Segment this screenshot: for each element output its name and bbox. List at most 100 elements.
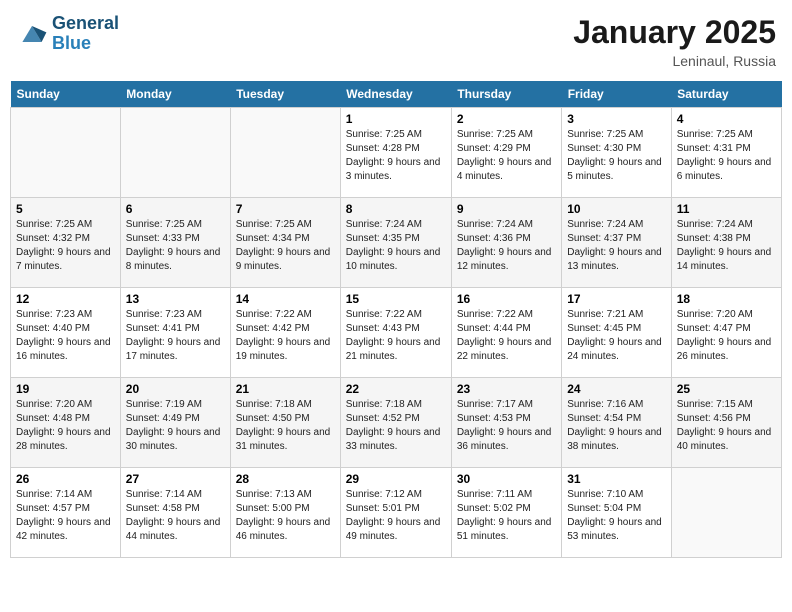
- cell-details: Sunrise: 7:19 AMSunset: 4:49 PMDaylight:…: [126, 398, 225, 454]
- weekday-header-friday: Friday: [562, 81, 672, 108]
- cell-details: Sunrise: 7:17 AMSunset: 4:53 PMDaylight:…: [457, 398, 556, 454]
- calendar-cell: 18 Sunrise: 7:20 AMSunset: 4:47 PMDayligh…: [671, 288, 781, 378]
- logo-line1: General: [52, 14, 119, 34]
- day-number: 17: [567, 292, 666, 306]
- calendar-cell: 27Sunrise: 7:14 AMSunset: 4:58 PMDayligh…: [120, 468, 230, 558]
- day-number: 11: [677, 202, 776, 216]
- day-number: 8: [346, 202, 446, 216]
- calendar-cell: [11, 108, 121, 198]
- cell-details: Sunrise: 7:22 AMSunset: 4:44 PMDaylight:…: [457, 308, 556, 364]
- calendar-cell: 13 Sunrise: 7:23 AMSunset: 4:41 PMDayligh…: [120, 288, 230, 378]
- calendar-week-row: 1 Sunrise: 7:25 AMSunset: 4:28 PMDaylight…: [11, 108, 782, 198]
- calendar-cell: 20 Sunrise: 7:19 AMSunset: 4:49 PMDayligh…: [120, 378, 230, 468]
- calendar-cell: 19 Sunrise: 7:20 AMSunset: 4:48 PMDayligh…: [11, 378, 121, 468]
- cell-details: Sunrise: 7:24 AMSunset: 4:37 PMDaylight:…: [567, 218, 666, 274]
- day-number: 30: [457, 472, 556, 486]
- cell-details: Sunrise: 7:18 AMSunset: 4:50 PMDaylight:…: [236, 398, 335, 454]
- cell-details: Sunrise: 7:24 AMSunset: 4:35 PMDaylight:…: [346, 218, 446, 274]
- calendar-table: SundayMondayTuesdayWednesdayThursdayFrid…: [10, 81, 782, 558]
- cell-details: Sunrise: 7:12 AMSunset: 5:01 PMDaylight:…: [346, 488, 446, 544]
- calendar-cell: 21 Sunrise: 7:18 AMSunset: 4:50 PMDayligh…: [230, 378, 340, 468]
- page-header: General Blue January 2025 Leninaul, Russ…: [10, 10, 782, 73]
- weekday-header-thursday: Thursday: [451, 81, 561, 108]
- cell-details: Sunrise: 7:25 AMSunset: 4:31 PMDaylight:…: [677, 128, 776, 184]
- calendar-cell: 26 Sunrise: 7:14 AMSunset: 4:57 PMDayligh…: [11, 468, 121, 558]
- day-number: 27: [126, 472, 225, 486]
- day-number: 23: [457, 382, 556, 396]
- day-number: 19: [16, 382, 115, 396]
- calendar-cell: 4 Sunrise: 7:25 AMSunset: 4:31 PMDaylight…: [671, 108, 781, 198]
- cell-details: Sunrise: 7:15 AMSunset: 4:56 PMDaylight:…: [677, 398, 776, 454]
- calendar-cell: [230, 108, 340, 198]
- calendar-cell: 16 Sunrise: 7:22 AMSunset: 4:44 PMDayligh…: [451, 288, 561, 378]
- day-number: 13: [126, 292, 225, 306]
- calendar-cell: 14Sunrise: 7:22 AMSunset: 4:42 PMDayligh…: [230, 288, 340, 378]
- calendar-cell: 7Sunrise: 7:25 AMSunset: 4:34 PMDaylight…: [230, 198, 340, 288]
- day-number: 4: [677, 112, 776, 126]
- day-number: 29: [346, 472, 446, 486]
- calendar-cell: [120, 108, 230, 198]
- location: Leninaul, Russia: [573, 53, 776, 69]
- day-number: 2: [457, 112, 556, 126]
- day-number: 5: [16, 202, 115, 216]
- cell-details: Sunrise: 7:18 AMSunset: 4:52 PMDaylight:…: [346, 398, 446, 454]
- day-number: 24: [567, 382, 666, 396]
- calendar-cell: 28Sunrise: 7:13 AMSunset: 5:00 PMDayligh…: [230, 468, 340, 558]
- day-number: 26: [16, 472, 115, 486]
- weekday-header-row: SundayMondayTuesdayWednesdayThursdayFrid…: [11, 81, 782, 108]
- calendar-cell: 31Sunrise: 7:10 AMSunset: 5:04 PMDayligh…: [562, 468, 672, 558]
- cell-details: Sunrise: 7:23 AMSunset: 4:40 PMDaylight:…: [16, 308, 115, 364]
- calendar-cell: 9Sunrise: 7:24 AMSunset: 4:36 PMDaylight…: [451, 198, 561, 288]
- cell-details: Sunrise: 7:21 AMSunset: 4:45 PMDaylight:…: [567, 308, 666, 364]
- calendar-cell: 10Sunrise: 7:24 AMSunset: 4:37 PMDayligh…: [562, 198, 672, 288]
- calendar-cell: 5 Sunrise: 7:25 AMSunset: 4:32 PMDaylight…: [11, 198, 121, 288]
- day-number: 20: [126, 382, 225, 396]
- day-number: 15: [346, 292, 446, 306]
- calendar-cell: 22 Sunrise: 7:18 AMSunset: 4:52 PMDayligh…: [340, 378, 451, 468]
- calendar-cell: 29 Sunrise: 7:12 AMSunset: 5:01 PMDayligh…: [340, 468, 451, 558]
- logo-icon: [16, 18, 48, 50]
- cell-details: Sunrise: 7:25 AMSunset: 4:32 PMDaylight:…: [16, 218, 115, 274]
- cell-details: Sunrise: 7:23 AMSunset: 4:41 PMDaylight:…: [126, 308, 225, 364]
- cell-details: Sunrise: 7:20 AMSunset: 4:48 PMDaylight:…: [16, 398, 115, 454]
- cell-details: Sunrise: 7:24 AMSunset: 4:38 PMDaylight:…: [677, 218, 776, 274]
- day-number: 18: [677, 292, 776, 306]
- cell-details: Sunrise: 7:22 AMSunset: 4:42 PMDaylight:…: [236, 308, 335, 364]
- day-number: 7: [236, 202, 335, 216]
- weekday-header-tuesday: Tuesday: [230, 81, 340, 108]
- cell-details: Sunrise: 7:14 AMSunset: 4:57 PMDaylight:…: [16, 488, 115, 544]
- logo: General Blue: [16, 14, 119, 54]
- calendar-cell: 11 Sunrise: 7:24 AMSunset: 4:38 PMDayligh…: [671, 198, 781, 288]
- logo-text: General Blue: [52, 14, 119, 54]
- cell-details: Sunrise: 7:25 AMSunset: 4:28 PMDaylight:…: [346, 128, 446, 184]
- month-year: January 2025: [573, 14, 776, 51]
- day-number: 25: [677, 382, 776, 396]
- calendar-cell: 30Sunrise: 7:11 AMSunset: 5:02 PMDayligh…: [451, 468, 561, 558]
- day-number: 6: [126, 202, 225, 216]
- calendar-week-row: 19 Sunrise: 7:20 AMSunset: 4:48 PMDayligh…: [11, 378, 782, 468]
- day-number: 21: [236, 382, 335, 396]
- cell-details: Sunrise: 7:13 AMSunset: 5:00 PMDaylight:…: [236, 488, 335, 544]
- day-number: 16: [457, 292, 556, 306]
- calendar-cell: 12Sunrise: 7:23 AMSunset: 4:40 PMDayligh…: [11, 288, 121, 378]
- cell-details: Sunrise: 7:10 AMSunset: 5:04 PMDaylight:…: [567, 488, 666, 544]
- calendar-cell: 24Sunrise: 7:16 AMSunset: 4:54 PMDayligh…: [562, 378, 672, 468]
- calendar-cell: 6Sunrise: 7:25 AMSunset: 4:33 PMDaylight…: [120, 198, 230, 288]
- calendar-week-row: 26 Sunrise: 7:14 AMSunset: 4:57 PMDayligh…: [11, 468, 782, 558]
- calendar-cell: [671, 468, 781, 558]
- day-number: 1: [346, 112, 446, 126]
- cell-details: Sunrise: 7:25 AMSunset: 4:29 PMDaylight:…: [457, 128, 556, 184]
- calendar-cell: 2 Sunrise: 7:25 AMSunset: 4:29 PMDaylight…: [451, 108, 561, 198]
- cell-details: Sunrise: 7:20 AMSunset: 4:47 PMDaylight:…: [677, 308, 776, 364]
- day-number: 22: [346, 382, 446, 396]
- cell-details: Sunrise: 7:25 AMSunset: 4:30 PMDaylight:…: [567, 128, 666, 184]
- weekday-header-sunday: Sunday: [11, 81, 121, 108]
- day-number: 3: [567, 112, 666, 126]
- calendar-week-row: 12Sunrise: 7:23 AMSunset: 4:40 PMDayligh…: [11, 288, 782, 378]
- calendar-cell: 3 Sunrise: 7:25 AMSunset: 4:30 PMDaylight…: [562, 108, 672, 198]
- title-block: January 2025 Leninaul, Russia: [573, 14, 776, 69]
- logo-line2: Blue: [52, 34, 119, 54]
- calendar-cell: 23 Sunrise: 7:17 AMSunset: 4:53 PMDayligh…: [451, 378, 561, 468]
- calendar-cell: 25 Sunrise: 7:15 AMSunset: 4:56 PMDayligh…: [671, 378, 781, 468]
- calendar-cell: 17 Sunrise: 7:21 AMSunset: 4:45 PMDayligh…: [562, 288, 672, 378]
